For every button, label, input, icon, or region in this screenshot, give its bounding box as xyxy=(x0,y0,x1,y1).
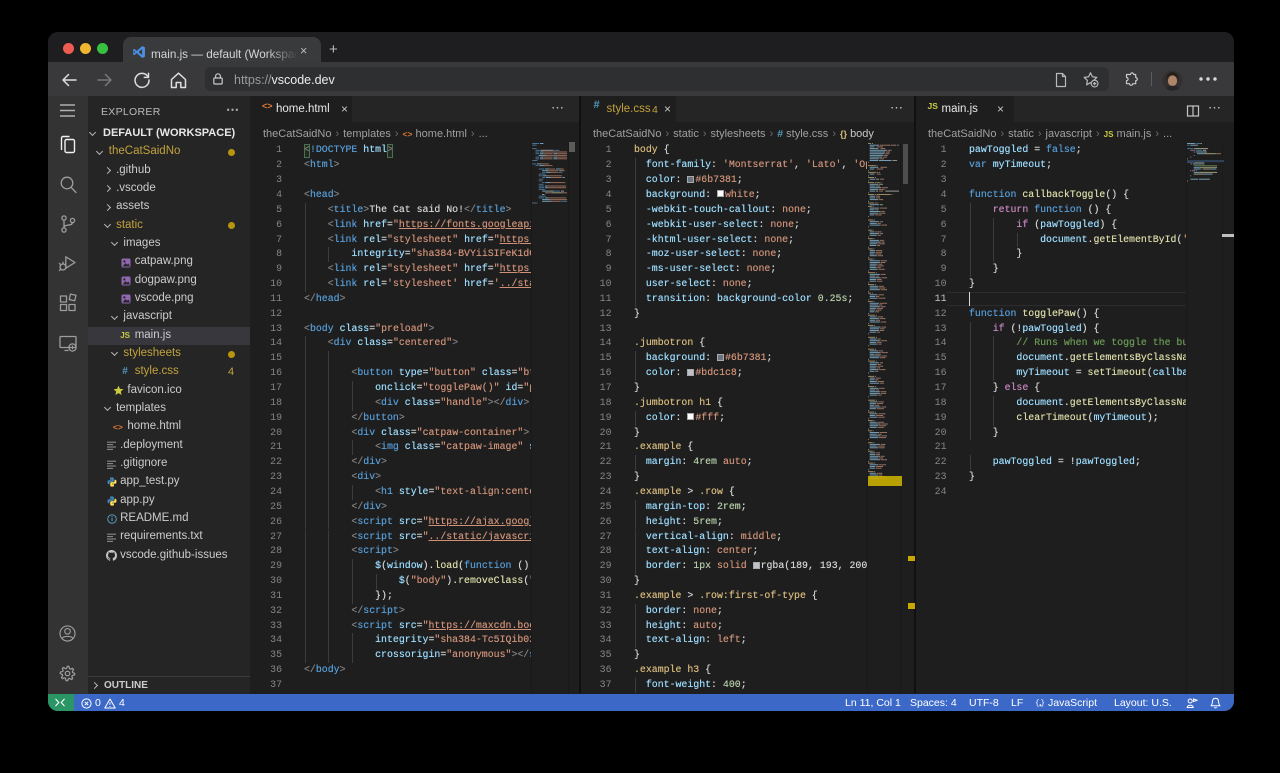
svg-text:}: } xyxy=(1041,700,1046,708)
svg-text:{: { xyxy=(1035,700,1040,708)
